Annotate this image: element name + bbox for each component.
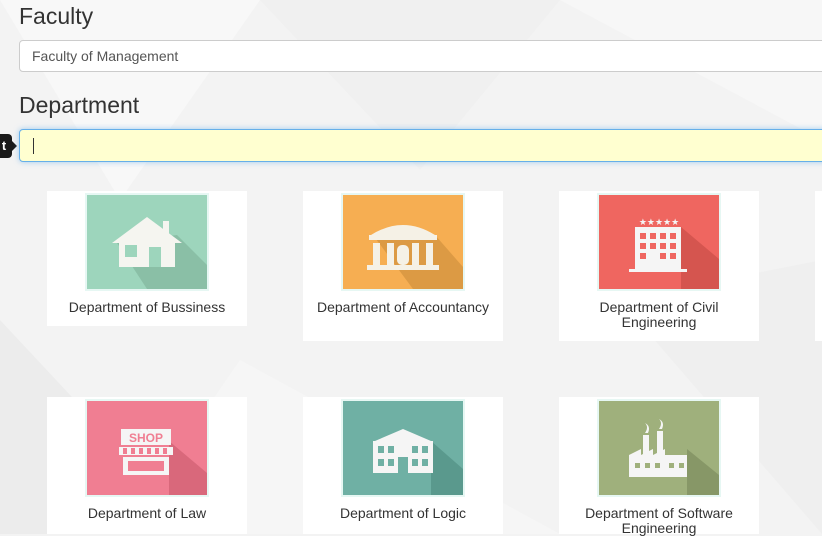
department-card-civil-engineering[interactable]: ★★★★★ Department of Civil Engineering [559,191,759,341]
shop-icon: SHOP [87,401,207,495]
hotel-building-icon: ★★★★★ [599,195,719,289]
department-tile [341,193,465,291]
school-building-icon [343,401,463,495]
department-tile [85,193,209,291]
department-name: Department of Accountancy [317,299,489,315]
department-label: Department [19,92,140,118]
bank-icon [343,195,463,289]
department-name: Department of Logic [339,505,467,521]
department-tile: ★★★★★ [597,193,721,291]
department-input[interactable] [19,129,822,162]
shop-sign-text: SHOP [129,431,163,445]
department-name: Department of Software Engineering [585,505,733,536]
department-card-law[interactable]: SHOP Department of Law [47,397,247,534]
department-tile [341,399,465,497]
department-tile [597,399,721,497]
department-tile: SHOP [85,399,209,497]
tooltip-marker-text: t [1,138,7,153]
tooltip-marker: t [0,134,17,158]
faculty-value: Faculty of Management [32,48,179,64]
department-card-partial[interactable] [815,191,822,341]
department-name: Department of Civil Engineering [599,299,719,330]
svg-text:★★★★★: ★★★★★ [639,218,679,228]
house-icon [87,195,207,289]
department-card-bussiness[interactable]: Department of Bussiness [47,191,247,326]
department-name: Department of Bussiness [68,299,226,315]
department-card-software-engineering[interactable]: Department of Software Engineering [559,397,759,536]
department-card-accountancy[interactable]: Department of Accountancy [303,191,503,341]
text-caret [33,138,34,155]
department-card-logic[interactable]: Department of Logic [303,397,503,534]
department-name: Department of Law [87,505,207,521]
faculty-select[interactable]: Faculty of Management [19,40,822,72]
faculty-label: Faculty [19,3,94,29]
factory-icon [599,401,719,495]
